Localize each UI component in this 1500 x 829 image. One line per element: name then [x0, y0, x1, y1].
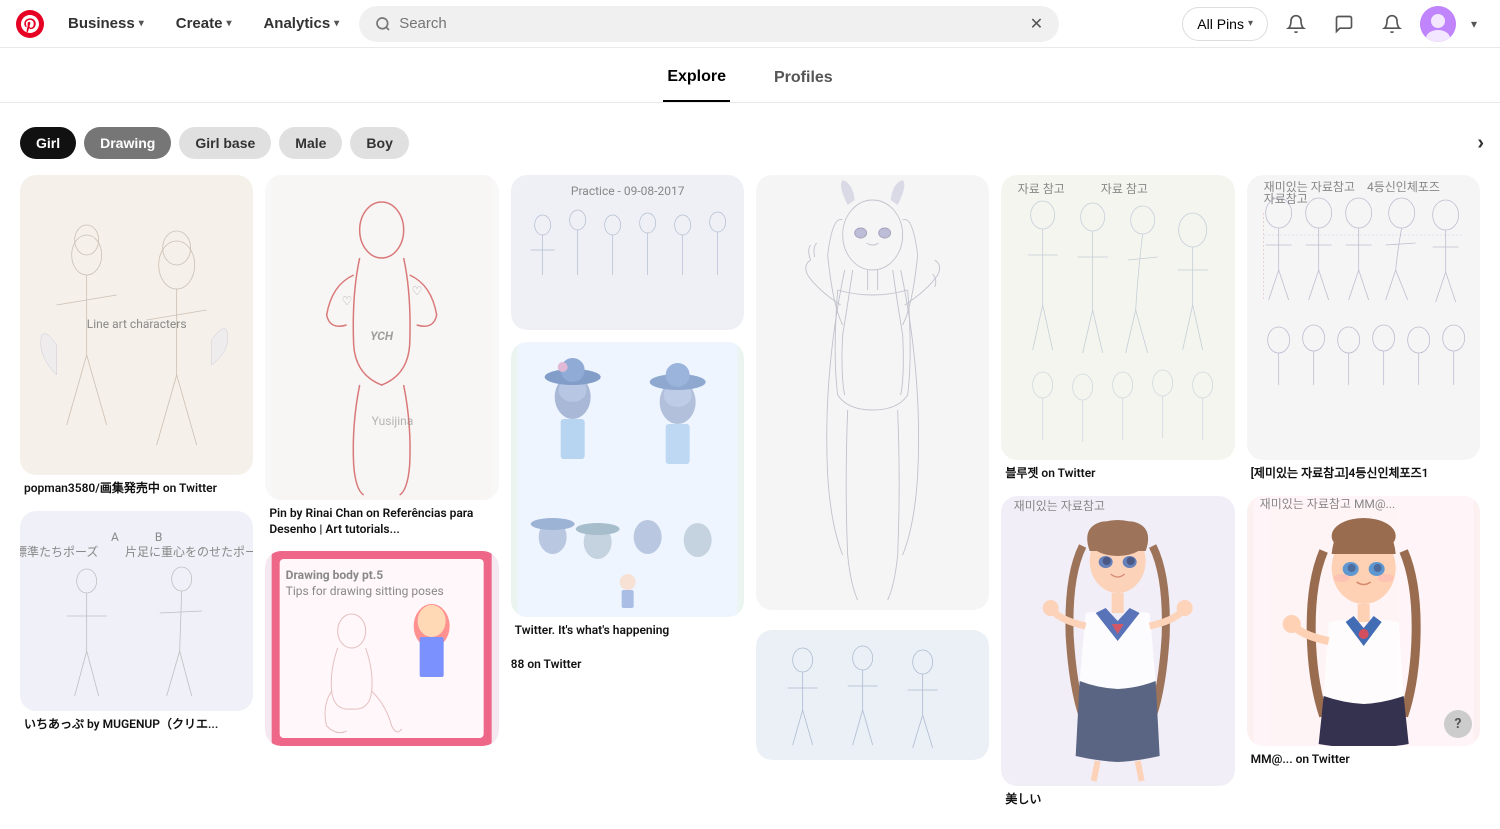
pin-image-5: Practice - 09-08-2017 — [511, 175, 744, 330]
header-right: All Pins ▾ ▾ — [1182, 4, 1484, 44]
analytics-label: Analytics — [263, 15, 330, 32]
svg-text:자료참고: 자료참고 — [1263, 192, 1307, 206]
bell-icon — [1286, 14, 1306, 34]
all-pins-label: All Pins — [1197, 16, 1244, 32]
pin-card-8[interactable] — [756, 630, 989, 760]
pin-image-2: A B 標準たちポーズ 片足に重心をのせたポーズ — [20, 511, 253, 711]
pin-title-6: Twitter. It's what's happening — [515, 623, 740, 639]
notifications-button[interactable] — [1276, 4, 1316, 44]
tab-explore[interactable]: Explore — [663, 60, 730, 102]
account-chevron-icon[interactable]: ▾ — [1464, 4, 1484, 44]
pin-title-11: [제미있는 자료참고]4등신인체포즈1 — [1251, 466, 1476, 482]
chip-girl[interactable]: Girl — [20, 127, 76, 159]
logo-area — [16, 10, 44, 38]
pin-card-9[interactable]: 자료 참고 자료 참고 — [1001, 175, 1234, 484]
svg-text:♡: ♡ — [412, 284, 423, 298]
pin-title-1: popman3580/画集発売中 on Twitter — [24, 481, 249, 497]
search-icon — [375, 16, 391, 32]
svg-text:자료 참고 자료 참고: 자료 참고 자료 참고 — [1018, 182, 1148, 196]
bell-outline-icon — [1382, 14, 1402, 34]
svg-text:YCH: YCH — [371, 329, 395, 343]
search-bar: ✕ — [359, 6, 1059, 42]
analytics-chevron-icon: ▾ — [334, 18, 339, 29]
chip-girl-base[interactable]: Girl base — [179, 127, 271, 159]
pin-title-12: MM@... on Twitter — [1251, 752, 1476, 768]
svg-text:Drawing body pt.5: Drawing body pt.5 — [286, 568, 384, 582]
filter-bar: Girl Drawing Girl base Male Boy › — [0, 119, 1500, 167]
pin-image-4: Drawing body pt.5 Tips for drawing sitti… — [265, 551, 498, 746]
svg-text:Line art characters: Line art characters — [87, 317, 187, 331]
pin-card-2[interactable]: A B 標準たちポーズ 片足に重心をのせたポーズ いちあっぷ by MUGENU… — [20, 511, 253, 735]
chip-male[interactable]: Male — [279, 127, 342, 159]
main-header: Business ▾ Create ▾ Analytics ▾ ✕ All Pi… — [0, 0, 1500, 48]
pin-card-1[interactable]: Line art characters — [20, 175, 253, 499]
create-chevron-icon: ▾ — [226, 18, 231, 29]
svg-text:Yusijina: Yusijina — [372, 414, 414, 428]
svg-text:재미있는 자료참고 MM@...: 재미있는 자료참고 MM@... — [1259, 497, 1395, 511]
pin-title-10-text: 美しい — [1005, 792, 1230, 808]
search-clear-button[interactable]: ✕ — [1030, 14, 1043, 34]
svg-text:♡: ♡ — [342, 294, 353, 308]
svg-text:標準たちポーズ: 標準たちポーズ — [20, 544, 98, 559]
pin-image-3: YCH ♡ ♡ Yusijina — [265, 175, 498, 500]
pin-image-7 — [756, 175, 989, 610]
pin-card-5[interactable]: Practice - 09-08-2017 — [511, 175, 744, 330]
pin-title-3: Pin by Rinai Chan on Referências para De… — [269, 506, 494, 537]
business-label: Business — [68, 15, 135, 32]
search-input[interactable] — [399, 15, 1022, 32]
pin-title-9: 블루젯 on Twitter — [1005, 466, 1230, 482]
pin-title-2: いちあっぷ by MUGENUP（クリエ... — [24, 717, 249, 733]
chip-drawing[interactable]: Drawing — [84, 127, 171, 159]
pin-card-3[interactable]: YCH ♡ ♡ Yusijina Pin by Rinai Chan on Re… — [265, 175, 498, 539]
pin-image-11: 재미있는 자료참고 4등신인체포즈 자료참고 — [1247, 175, 1480, 460]
create-label: Create — [176, 15, 223, 32]
question-badge: ? — [1444, 710, 1472, 738]
svg-text:片足に重心をのせたポーズ: 片足に重心をのせたポーズ — [125, 544, 253, 559]
pin-image-6 — [511, 342, 744, 617]
pin-card-10[interactable]: 재미있는 자료참고 美しい — [1001, 496, 1234, 810]
pin-image-10: 재미있는 자료참고 — [1001, 496, 1234, 786]
svg-text:A B: A B — [111, 530, 162, 544]
avatar-image — [1420, 6, 1456, 42]
pin-card-13-twitter[interactable]: 88 on Twitter — [511, 653, 744, 673]
pin-image-9: 자료 참고 자료 참고 — [1001, 175, 1234, 460]
pin-card-7[interactable] — [756, 175, 989, 618]
pin-card-6[interactable]: Twitter. It's what's happening — [511, 342, 744, 641]
messages-button[interactable] — [1324, 4, 1364, 44]
pin-image-12: 재미있는 자료참고 MM@... — [1247, 496, 1480, 746]
chat-icon — [1334, 14, 1354, 34]
pin-image-8 — [756, 630, 989, 760]
all-pins-button[interactable]: All Pins ▾ — [1182, 7, 1268, 41]
tab-profiles[interactable]: Profiles — [770, 60, 837, 102]
svg-text:Practice - 09-08-2017: Practice - 09-08-2017 — [571, 184, 685, 198]
svg-text:재미있는 자료참고: 재미있는 자료참고 — [1014, 499, 1105, 513]
avatar[interactable] — [1420, 6, 1456, 42]
pin-grid: Line art characters — [0, 167, 1500, 817]
pin-title-13: 88 on Twitter — [511, 657, 744, 673]
business-menu-button[interactable]: Business ▾ — [56, 7, 156, 40]
pin-image-1: Line art characters — [20, 175, 253, 475]
business-chevron-icon: ▾ — [139, 18, 144, 29]
svg-text:Tips for drawing sitting poses: Tips for drawing sitting poses — [286, 584, 444, 598]
filter-arrow-button[interactable]: › — [1477, 132, 1484, 155]
analytics-menu-button[interactable]: Analytics ▾ — [251, 7, 351, 40]
all-pins-chevron-icon: ▾ — [1248, 18, 1253, 29]
updates-button[interactable] — [1372, 4, 1412, 44]
pin-card-11[interactable]: 재미있는 자료참고 4등신인체포즈 자료참고 — [1247, 175, 1480, 484]
pin-card-12[interactable]: 재미있는 자료참고 MM@... ? MM@... on Twitter — [1247, 496, 1480, 770]
tabs-section: Explore Profiles — [0, 48, 1500, 103]
chip-boy[interactable]: Boy — [350, 127, 408, 159]
pinterest-logo[interactable] — [16, 10, 44, 38]
pin-card-4[interactable]: Drawing body pt.5 Tips for drawing sitti… — [265, 551, 498, 746]
create-menu-button[interactable]: Create ▾ — [164, 7, 244, 40]
